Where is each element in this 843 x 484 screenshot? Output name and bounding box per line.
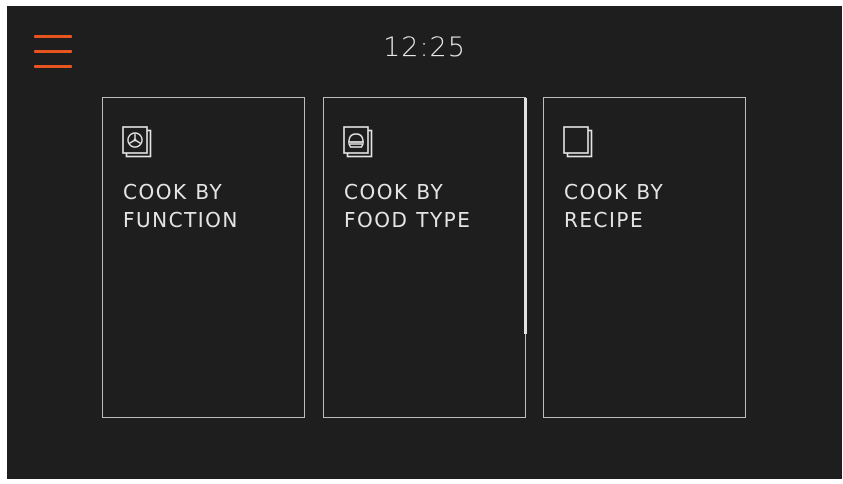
- recipe-book-icon: [562, 125, 598, 161]
- scrollbar[interactable]: [524, 98, 527, 334]
- oven-display-screen: 12:25 COOK BY FUNCTION COOK BY FOOD TYPE…: [7, 6, 842, 479]
- cook-by-function-card[interactable]: COOK BY FUNCTION: [102, 97, 305, 418]
- card-label: COOK BY RECIPE: [564, 180, 665, 232]
- oven-fan-icon: [121, 125, 157, 161]
- card-label: COOK BY FOOD TYPE: [344, 180, 472, 232]
- cook-by-recipe-card[interactable]: COOK BY RECIPE: [543, 97, 746, 418]
- card-label: COOK BY FUNCTION: [123, 180, 239, 232]
- food-dish-icon: [342, 125, 378, 161]
- cook-by-food-type-card[interactable]: COOK BY FOOD TYPE: [323, 97, 527, 418]
- clock-time: 12:25: [383, 32, 466, 63]
